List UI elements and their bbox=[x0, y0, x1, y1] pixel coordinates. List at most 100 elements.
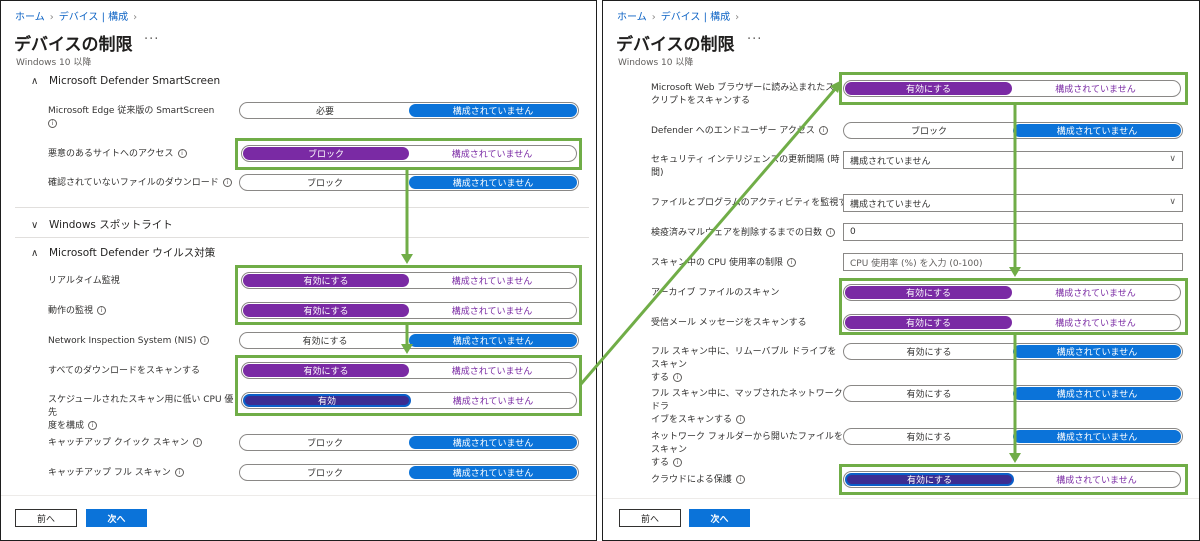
prev-button[interactable]: 前へ bbox=[619, 509, 681, 527]
breadcrumb: ホーム › デバイス | 構成 › bbox=[15, 8, 142, 23]
toggle-option-not-configured[interactable]: 構成されていません bbox=[409, 466, 577, 479]
footer-divider bbox=[603, 498, 1199, 499]
setting-label: Defender へのエンドユーザー アクセス i bbox=[651, 125, 828, 138]
toggle-option-required[interactable]: 必要 bbox=[241, 104, 409, 117]
info-icon[interactable]: i bbox=[177, 149, 187, 158]
info-icon[interactable]: i bbox=[826, 228, 836, 237]
footer-divider bbox=[1, 495, 596, 496]
breadcrumb-home[interactable]: ホーム bbox=[15, 12, 45, 23]
label-text: 動作の監視 bbox=[48, 306, 94, 316]
setting-label: スケジュールされたスキャン用に低い CPU 優先 度を構成 i bbox=[48, 394, 238, 433]
setting-label: キャッチアップ フル スキャン i bbox=[48, 467, 184, 480]
toggle-network-folder-scan[interactable]: 有効にする 構成されていません bbox=[843, 428, 1183, 445]
label-text: 確認されていないファイルのダウンロード bbox=[48, 178, 219, 188]
toggle-catchup-quick[interactable]: ブロック 構成されていません bbox=[239, 434, 579, 451]
label-text: セキュリティ インテリジェンスの更新間隔 (時 bbox=[651, 155, 840, 165]
toggle-option-not-configured[interactable]: 構成されていません bbox=[1013, 124, 1181, 137]
more-options-icon[interactable]: ··· bbox=[144, 32, 159, 47]
info-icon[interactable]: i bbox=[88, 421, 98, 430]
toggle-option-enable[interactable]: 有効にする bbox=[845, 430, 1013, 443]
cpu-limit-input[interactable]: CPU 使用率 (%) を入力 (0-100) bbox=[843, 253, 1183, 271]
label-text: 度を構成 bbox=[48, 421, 85, 431]
quarantine-days-input[interactable]: 0 bbox=[843, 223, 1183, 241]
setting-label: 悪意のあるサイトへのアクセス i bbox=[48, 148, 187, 161]
toggle-option-not-configured[interactable]: 構成されていません bbox=[409, 436, 577, 449]
label-text: する bbox=[651, 458, 670, 468]
toggle-option-not-configured[interactable]: 構成されていません bbox=[1013, 345, 1181, 358]
info-icon[interactable]: i bbox=[174, 468, 184, 477]
toggle-option-not-configured[interactable]: 構成されていません bbox=[1013, 387, 1181, 400]
info-icon[interactable]: i bbox=[673, 373, 683, 382]
info-icon[interactable]: i bbox=[192, 438, 202, 447]
setting-label: アーカイブ ファイルのスキャン bbox=[651, 288, 780, 298]
toggle-option-enable[interactable]: 有効にする bbox=[845, 387, 1013, 400]
divider bbox=[15, 237, 589, 238]
monitor-activity-dropdown[interactable]: 構成されていません ∨ bbox=[843, 194, 1183, 212]
toggle-unverified-download[interactable]: ブロック 構成されていません bbox=[239, 174, 579, 191]
toggle-end-user-access[interactable]: ブロック 構成されていません bbox=[843, 122, 1183, 139]
update-interval-dropdown[interactable]: 構成されていません ∨ bbox=[843, 151, 1183, 169]
page-subtitle: Windows 10 以降 bbox=[618, 58, 694, 68]
toggle-mapped-drive-scan[interactable]: 有効にする 構成されていません bbox=[843, 385, 1183, 402]
info-icon[interactable]: i bbox=[735, 475, 745, 484]
dropdown-value: 構成されていません bbox=[850, 156, 931, 167]
page-subtitle: Windows 10 以降 bbox=[16, 58, 92, 68]
info-icon[interactable]: i bbox=[736, 415, 746, 424]
dropdown-value: 構成されていません bbox=[850, 199, 931, 210]
toggle-option-block[interactable]: ブロック bbox=[241, 466, 409, 479]
prev-button[interactable]: 前へ bbox=[15, 509, 77, 527]
breadcrumb-devices[interactable]: デバイス | 構成 bbox=[59, 12, 128, 23]
info-icon[interactable]: i bbox=[673, 458, 683, 467]
toggle-option-not-configured[interactable]: 構成されていません bbox=[409, 104, 577, 117]
section-antivirus[interactable]: ∧ Microsoft Defender ウイルス対策 bbox=[31, 245, 215, 260]
toggle-option-not-configured[interactable]: 構成されていません bbox=[409, 176, 577, 189]
label-text: キャッチアップ フル スキャン bbox=[48, 468, 171, 478]
label-text: キャッチアップ クイック スキャン bbox=[48, 438, 189, 448]
toggle-option-not-configured[interactable]: 構成されていません bbox=[409, 334, 577, 347]
toggle-option-enable[interactable]: 有効にする bbox=[845, 345, 1013, 358]
more-options-icon[interactable]: ··· bbox=[747, 32, 762, 47]
info-icon[interactable]: i bbox=[222, 178, 232, 187]
setting-label: スキャン中の CPU 使用率の制限 i bbox=[651, 257, 797, 270]
chevron-right-icon: › bbox=[735, 12, 740, 23]
section-spotlight[interactable]: ∨ Windows スポットライト bbox=[31, 217, 173, 232]
setting-label: ネットワーク フォルダーから開いたファイルをスキャンする i bbox=[651, 431, 843, 470]
toggle-option-enable[interactable]: 有効にする bbox=[241, 334, 409, 347]
label-text: 間) bbox=[651, 168, 664, 178]
label-text: ネットワーク フォルダーから開いたファイルをスキャン bbox=[651, 432, 843, 455]
page-title: デバイスの制限 bbox=[14, 35, 133, 55]
toggle-catchup-full[interactable]: ブロック 構成されていません bbox=[239, 464, 579, 481]
setting-label: 検疫済みマルウェアを削除するまでの日数 i bbox=[651, 227, 836, 240]
setting-label: キャッチアップ クイック スキャン i bbox=[48, 437, 202, 450]
breadcrumb-home[interactable]: ホーム bbox=[617, 12, 647, 23]
section-smartscreen[interactable]: ∧ Microsoft Defender SmartScreen bbox=[31, 75, 220, 87]
info-icon[interactable]: i bbox=[818, 126, 828, 135]
breadcrumb-devices[interactable]: デバイス | 構成 bbox=[661, 12, 730, 23]
toggle-edge-smartscreen[interactable]: 必要 構成されていません bbox=[239, 102, 579, 119]
toggle-nis[interactable]: 有効にする 構成されていません bbox=[239, 332, 579, 349]
info-icon[interactable]: i bbox=[200, 336, 210, 345]
setting-label: 確認されていないファイルのダウンロード i bbox=[48, 177, 232, 190]
label-text: する bbox=[651, 373, 670, 383]
info-icon[interactable]: i bbox=[787, 258, 797, 267]
next-button[interactable]: 次へ bbox=[86, 509, 147, 527]
toggle-option-block[interactable]: ブロック bbox=[241, 436, 409, 449]
chevron-down-icon: ∨ bbox=[1169, 154, 1176, 164]
toggle-option-block[interactable]: ブロック bbox=[845, 124, 1013, 137]
label-text: Defender へのエンドユーザー アクセス bbox=[651, 126, 815, 136]
toggle-option-block[interactable]: ブロック bbox=[241, 176, 409, 189]
setting-label: 受信メール メッセージをスキャンする bbox=[651, 318, 807, 328]
info-icon[interactable]: i bbox=[48, 119, 57, 128]
chevron-down-icon: ∨ bbox=[31, 220, 39, 231]
chevron-right-icon: › bbox=[133, 12, 138, 23]
section-title: Microsoft Defender SmartScreen bbox=[49, 75, 221, 87]
next-button[interactable]: 次へ bbox=[689, 509, 750, 527]
left-panel: ホーム › デバイス | 構成 › デバイスの制限 ··· Windows 10 以降… bbox=[0, 0, 597, 541]
highlight-box bbox=[839, 464, 1188, 495]
toggle-removable-scan[interactable]: 有効にする 構成されていません bbox=[843, 343, 1183, 360]
setting-label: Microsoft Web ブラウザーに読み込まれたス クリプトをスキャンする bbox=[651, 82, 841, 108]
info-icon[interactable]: i bbox=[97, 306, 107, 315]
toggle-option-not-configured[interactable]: 構成されていません bbox=[1013, 430, 1181, 443]
highlight-box bbox=[235, 265, 582, 325]
setting-label: ファイルとプログラムのアクティビティを監視する bbox=[651, 198, 857, 208]
